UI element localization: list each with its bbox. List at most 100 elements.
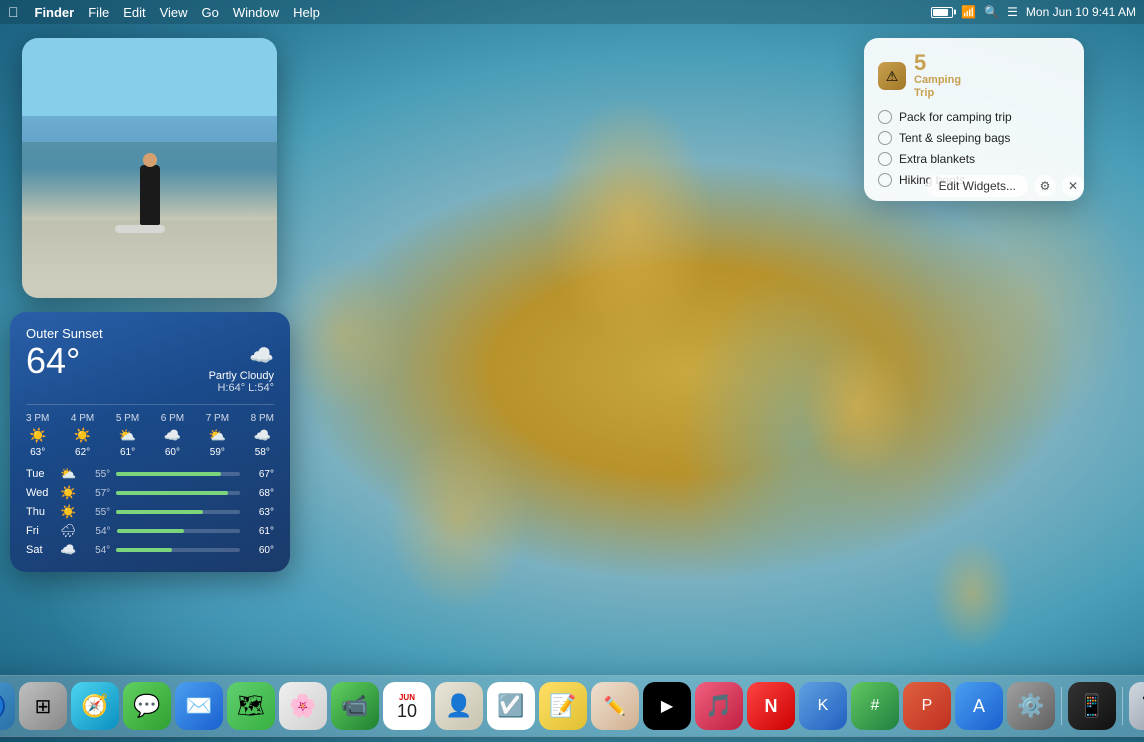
keynote-icon: K <box>818 697 829 715</box>
weather-day-thu: Thu ☀️ 55° 63° <box>26 504 274 520</box>
photo-widget-image <box>22 38 277 298</box>
wifi-icon: 📶 <box>961 5 976 19</box>
trash-icon: 🗑 <box>1139 693 1144 719</box>
photos-icon: 🌸 <box>289 693 316 719</box>
dock-item-photos[interactable]: 🌸 <box>279 682 327 730</box>
weather-day-fri: Fri 🌧 54° 61° <box>26 523 274 539</box>
reminder-text-3: Extra blankets <box>899 152 975 166</box>
weather-condition-text: Partly Cloudy <box>209 370 274 382</box>
weather-hour-5: 7 PM ⛅ 59° <box>206 413 229 458</box>
photo-person <box>140 165 160 225</box>
mail-icon: ✉️ <box>185 693 212 719</box>
calendar-date: JUN 10 <box>397 693 417 720</box>
dock-item-appletv[interactable]: ▶ <box>643 682 691 730</box>
dock-item-numbers[interactable]: # <box>851 682 899 730</box>
control-center-icon[interactable]: ☰ <box>1007 5 1018 19</box>
menubar-window[interactable]: Window <box>233 5 279 20</box>
reminder-item-3[interactable]: Extra blankets <box>878 152 1070 166</box>
launchpad-icon: ⊞ <box>35 694 52 719</box>
dock-divider <box>1061 687 1062 725</box>
menubar-view[interactable]: View <box>160 5 188 20</box>
reminders-count: 5 <box>914 52 961 74</box>
dock-item-freeform[interactable]: ✏️ <box>591 682 639 730</box>
finder-icon: 🔵 <box>0 691 7 722</box>
reminders-dock-icon: ☑️ <box>497 693 524 719</box>
calendar-day: 10 <box>397 702 417 720</box>
reminders-header: ⚠ 5 Camping Trip <box>878 52 1070 100</box>
dock-item-safari[interactable]: 🧭 <box>71 682 119 730</box>
dock-item-settings[interactable]: ⚙️ <box>1007 682 1055 730</box>
menubar-help[interactable]: Help <box>293 5 320 20</box>
contacts-icon: 👤 <box>445 693 472 719</box>
reminders-icon-symbol: ⚠ <box>886 68 899 85</box>
reminders-app-icon: ⚠ <box>878 62 906 90</box>
dock-item-launchpad[interactable]: ⊞ <box>19 682 67 730</box>
dock-item-mail[interactable]: ✉️ <box>175 682 223 730</box>
weather-hourly: 3 PM ☀️ 63° 4 PM ☀️ 62° 5 PM ⛅ 61° 6 PM … <box>26 404 274 458</box>
maps-icon: 🗺 <box>237 693 265 719</box>
weather-day-tue: Tue ⛅ 55° 67° <box>26 466 274 482</box>
widget-settings-button[interactable]: ⚙ <box>1034 175 1056 197</box>
weather-widget: Outer Sunset 64° ☁️ Partly Cloudy H:64° … <box>10 312 290 572</box>
menubar-go[interactable]: Go <box>202 5 219 20</box>
menubar-right: 📶 🔍 ☰ Mon Jun 10 9:41 AM <box>931 5 1136 19</box>
music-icon: 🎵 <box>705 693 732 719</box>
photo-widget <box>22 38 277 298</box>
dock-item-trash[interactable]: 🗑 <box>1129 682 1144 730</box>
dock-item-contacts[interactable]: 👤 <box>435 682 483 730</box>
menubar-finder[interactable]: Finder <box>35 5 75 20</box>
iphone-icon: 📱 <box>1078 693 1105 719</box>
dock-item-finder[interactable]: 🔵 <box>0 682 15 730</box>
dock-item-messages[interactable]: 💬 <box>123 682 171 730</box>
dock-item-iphone[interactable]: 📱 <box>1068 682 1116 730</box>
dock-item-music[interactable]: 🎵 <box>695 682 743 730</box>
reminder-checkbox-4[interactable] <box>878 173 892 187</box>
dock-item-reminders[interactable]: ☑️ <box>487 682 535 730</box>
reminder-item-1[interactable]: Pack for camping trip <box>878 110 1070 124</box>
messages-icon: 💬 <box>133 693 160 719</box>
dock-item-keynote[interactable]: K <box>799 682 847 730</box>
dock: 🔵 ⊞ 🧭 💬 ✉️ 🗺 🌸 📹 JUN 10 👤 ☑️ 📝 ✏️ ▶ <box>0 676 1144 736</box>
notes-icon: 📝 <box>549 693 576 719</box>
weather-daily: Tue ⛅ 55° 67° Wed ☀️ 57° 68° Thu ☀️ 55° … <box>26 466 274 558</box>
weather-hour-1: 3 PM ☀️ 63° <box>26 413 49 458</box>
weather-day-wed: Wed ☀️ 57° 68° <box>26 485 274 501</box>
weather-hour-6: 8 PM ☁️ 58° <box>251 413 274 458</box>
news-icon: N <box>765 696 778 717</box>
dock-item-calendar[interactable]: JUN 10 <box>383 682 431 730</box>
dock-item-notes[interactable]: 📝 <box>539 682 587 730</box>
dock-item-facetime[interactable]: 📹 <box>331 682 379 730</box>
widget-controls: Edit Widgets... ⚙ ✕ <box>927 175 1084 197</box>
appstore-icon: A <box>973 696 985 717</box>
reminders-list-title: Camping Trip <box>914 74 961 100</box>
reminder-checkbox-1[interactable] <box>878 110 892 124</box>
photo-surfboard <box>115 225 165 233</box>
dock-item-appstore[interactable]: A <box>955 682 1003 730</box>
appletv-icon: ▶ <box>661 696 673 716</box>
safari-icon: 🧭 <box>81 693 108 719</box>
weather-high-low: H:64° L:54° <box>217 382 274 394</box>
reminder-text-2: Tent & sleeping bags <box>899 131 1010 145</box>
weather-day-sat: Sat ☁️ 54° 60° <box>26 542 274 558</box>
dock-item-news[interactable]: N <box>747 682 795 730</box>
reminder-item-2[interactable]: Tent & sleeping bags <box>878 131 1070 145</box>
weather-hour-3: 5 PM ⛅ 61° <box>116 413 139 458</box>
weather-hour-4: 6 PM ☁️ 60° <box>161 413 184 458</box>
weather-location: Outer Sunset <box>26 326 274 341</box>
dock-item-maps[interactable]: 🗺 <box>227 682 275 730</box>
reminder-checkbox-2[interactable] <box>878 131 892 145</box>
menubar-file[interactable]: File <box>88 5 109 20</box>
apple-logo-icon[interactable]:  <box>8 4 19 20</box>
menubar-left:  Finder File Edit View Go Window Help <box>8 4 320 20</box>
dock-divider-2 <box>1122 687 1123 725</box>
menubar-edit[interactable]: Edit <box>123 5 145 20</box>
search-icon[interactable]: 🔍 <box>984 5 999 19</box>
widget-close-button[interactable]: ✕ <box>1062 175 1084 197</box>
dock-item-pages[interactable]: P <box>903 682 951 730</box>
numbers-icon: # <box>871 697 880 715</box>
weather-temperature: 64° <box>26 343 80 379</box>
freeform-icon: ✏️ <box>604 696 626 717</box>
reminder-checkbox-3[interactable] <box>878 152 892 166</box>
weather-condition-icon: ☁️ <box>209 343 274 368</box>
edit-widgets-button[interactable]: Edit Widgets... <box>927 175 1028 197</box>
